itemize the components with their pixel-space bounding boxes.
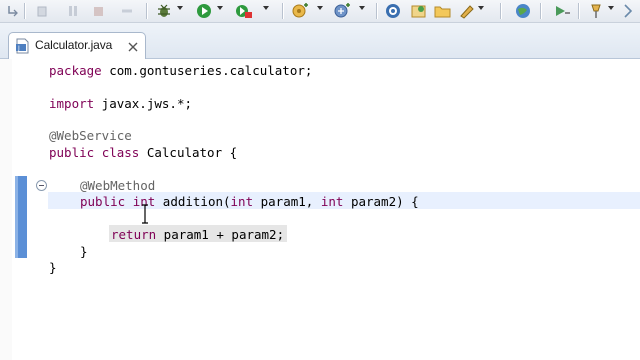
- toolbar-separator: [376, 3, 377, 19]
- new-webservice-dropdown-icon[interactable]: [359, 6, 365, 10]
- vertical-ruler: [0, 59, 12, 360]
- tab-label: Calculator.java: [35, 38, 113, 52]
- open-type-icon[interactable]: [384, 2, 402, 19]
- toolbar-separator: [500, 3, 501, 19]
- close-icon[interactable]: [127, 40, 139, 58]
- code-line-package: package com.gontuseries.calculator;: [49, 62, 312, 79]
- code-line-method-decl: public int addition(int param1, int para…: [80, 193, 419, 210]
- disconnect-icon[interactable]: [120, 2, 134, 19]
- code-line-method-close: }: [80, 243, 88, 260]
- run-dropdown-icon[interactable]: [217, 6, 223, 10]
- pause-icon[interactable]: [66, 2, 80, 19]
- main-toolbar: [0, 0, 640, 23]
- keyword: int: [320, 194, 344, 209]
- keyword: public: [49, 145, 95, 160]
- back-forward-icon[interactable]: [553, 2, 571, 19]
- code-line-return: return param1 + param2;: [111, 226, 284, 243]
- fold-collapse-icon[interactable]: [36, 180, 47, 191]
- search-icon[interactable]: [622, 2, 638, 19]
- svg-text:J: J: [17, 45, 20, 52]
- coverage-icon[interactable]: [235, 2, 253, 19]
- keyword: package: [49, 63, 102, 78]
- code-text: Calculator {: [139, 145, 238, 160]
- code-text: }: [49, 260, 57, 275]
- debug-dropdown-icon[interactable]: [177, 6, 183, 10]
- pencil-icon[interactable]: [458, 2, 476, 19]
- code-line-import: import javax.jws.*;: [49, 95, 192, 112]
- suspend-icon[interactable]: [36, 2, 48, 19]
- keyword: public: [80, 194, 126, 209]
- restore-icon[interactable]: [6, 2, 18, 19]
- run-icon[interactable]: [196, 2, 212, 19]
- keyword: return: [111, 227, 157, 242]
- text-cursor-icon: [141, 204, 149, 229]
- toolbar-separator: [282, 3, 283, 19]
- code-editor[interactable]: package com.gontuseries.calculator; impo…: [0, 59, 640, 360]
- coverage-dropdown-icon[interactable]: [263, 6, 269, 10]
- new-server-dropdown-icon[interactable]: [317, 6, 323, 10]
- toolbar-separator: [540, 3, 541, 19]
- code-line-class-close: }: [49, 259, 57, 276]
- code-text: param1,: [253, 194, 321, 209]
- keyword: int: [230, 194, 254, 209]
- open-task-icon[interactable]: [410, 2, 428, 19]
- editor-tab-strip: J Calculator.java: [0, 23, 640, 59]
- editor-tab-calculator[interactable]: J Calculator.java: [8, 32, 146, 59]
- code-line-class-decl: public class Calculator {: [49, 144, 237, 161]
- new-server-icon[interactable]: [292, 2, 310, 19]
- debug-icon[interactable]: [156, 2, 172, 19]
- pin-dropdown-icon[interactable]: [608, 6, 614, 10]
- code-text: javax.jws.*;: [94, 96, 192, 111]
- annotation-text: @WebMethod: [80, 178, 156, 193]
- keyword: import: [49, 96, 95, 111]
- open-folder-icon[interactable]: [434, 2, 452, 19]
- annotation-text: @WebService: [49, 128, 132, 143]
- code-line-annotation-webservice: @WebService: [49, 127, 132, 144]
- code-text: addition(: [155, 194, 231, 209]
- pin-icon[interactable]: [588, 2, 604, 19]
- code-line-annotation-webmethod: @WebMethod: [80, 177, 155, 194]
- code-text: }: [80, 244, 88, 259]
- new-webservice-icon[interactable]: [334, 2, 352, 19]
- keyword: class: [101, 145, 140, 160]
- code-text: param2) {: [343, 194, 419, 209]
- java-file-icon: J: [15, 38, 31, 59]
- code-text: com.gontuseries.calculator;: [101, 63, 313, 78]
- globe-icon[interactable]: [515, 2, 531, 19]
- toolbar-separator: [24, 3, 25, 19]
- change-indicator-highlight: [15, 176, 18, 258]
- stop-icon[interactable]: [92, 2, 106, 19]
- code-text: param1 + param2;: [156, 227, 285, 242]
- pencil-dropdown-icon[interactable]: [478, 6, 484, 10]
- toolbar-separator: [578, 3, 579, 19]
- toolbar-separator: [146, 3, 147, 19]
